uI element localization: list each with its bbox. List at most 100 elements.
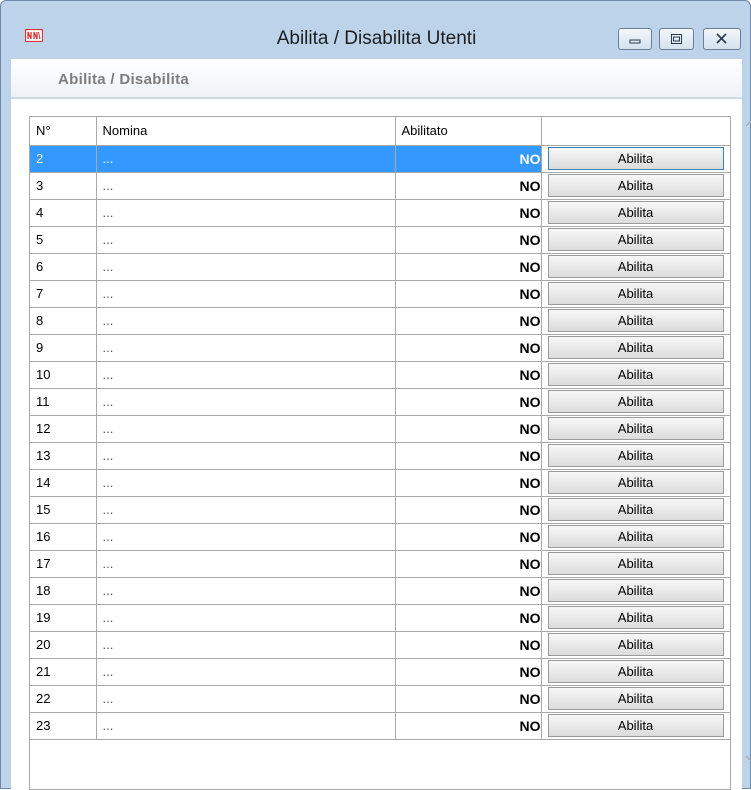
enable-button[interactable]: Abilita — [547, 282, 724, 305]
enable-button[interactable]: Abilita — [547, 201, 724, 224]
enable-button[interactable]: Abilita — [547, 228, 724, 251]
table-row[interactable]: 13... NO Abilita — [30, 441, 730, 470]
cell-name[interactable]: ... — [95, 252, 396, 281]
cell-number[interactable]: 15 — [30, 495, 97, 524]
table-row[interactable]: 2... NO Abilita — [30, 144, 730, 173]
cell-enabled[interactable]: NO — [394, 657, 542, 686]
enable-button[interactable]: Abilita — [547, 633, 724, 656]
table-row[interactable]: 17... NO Abilita — [30, 549, 730, 578]
table-row[interactable]: 23... NO Abilita — [30, 711, 730, 740]
enable-button[interactable]: Abilita — [547, 579, 724, 602]
enable-button[interactable]: Abilita — [547, 174, 724, 197]
cell-number[interactable]: 4 — [30, 198, 97, 227]
cell-number[interactable]: 17 — [30, 549, 97, 578]
enable-button[interactable]: Abilita — [547, 390, 724, 413]
enable-button[interactable]: Abilita — [547, 660, 724, 683]
cell-name[interactable]: ... — [95, 630, 396, 659]
cell-enabled[interactable]: NO — [394, 306, 542, 335]
cell-number[interactable]: 10 — [30, 360, 97, 389]
column-header-number[interactable]: N° — [30, 117, 97, 146]
enable-button[interactable]: Abilita — [547, 687, 724, 710]
cell-enabled[interactable]: NO — [394, 576, 542, 605]
cell-enabled[interactable]: NO — [394, 279, 542, 308]
table-row[interactable]: 6... NO Abilita — [30, 252, 730, 281]
cell-number[interactable]: 18 — [30, 576, 97, 605]
table-row[interactable]: 18... NO Abilita — [30, 576, 730, 605]
cell-name[interactable]: ... — [95, 387, 396, 416]
chevron-up-icon[interactable] — [745, 120, 751, 127]
cell-number[interactable]: 20 — [30, 630, 97, 659]
table-row[interactable]: 22... NO Abilita — [30, 684, 730, 713]
enable-button[interactable]: Abilita — [547, 417, 724, 440]
cell-name[interactable]: ... — [95, 360, 396, 389]
cell-name[interactable]: ... — [95, 522, 396, 551]
cell-number[interactable]: 19 — [30, 603, 97, 632]
cell-number[interactable]: 12 — [30, 414, 97, 443]
table-row[interactable]: 12... NO Abilita — [30, 414, 730, 443]
table-row[interactable]: 4... NO Abilita — [30, 198, 730, 227]
cell-name[interactable]: ... — [95, 684, 396, 713]
cell-name[interactable]: ... — [95, 549, 396, 578]
enable-button[interactable]: Abilita — [547, 309, 724, 332]
table-row[interactable]: 19... NO Abilita — [30, 603, 730, 632]
cell-enabled[interactable]: NO — [394, 360, 542, 389]
table-row[interactable]: 16... NO Abilita — [30, 522, 730, 551]
cell-number[interactable]: 9 — [30, 333, 97, 362]
table-row[interactable]: 10... NO Abilita — [30, 360, 730, 389]
cell-name[interactable]: ... — [95, 198, 396, 227]
table-row[interactable]: 7... NO Abilita — [30, 279, 730, 308]
cell-number[interactable]: 6 — [30, 252, 97, 281]
cell-enabled[interactable]: NO — [394, 144, 542, 173]
cell-number[interactable]: 21 — [30, 657, 97, 686]
cell-number[interactable]: 3 — [30, 171, 97, 200]
table-row[interactable]: 9... NO Abilita — [30, 333, 730, 362]
cell-enabled[interactable]: NO — [394, 549, 542, 578]
cell-enabled[interactable]: NO — [394, 387, 542, 416]
cell-name[interactable]: ... — [95, 144, 396, 173]
cell-number[interactable]: 11 — [30, 387, 97, 416]
cell-enabled[interactable]: NO — [394, 630, 542, 659]
cell-number[interactable]: 7 — [30, 279, 97, 308]
cell-number[interactable]: 22 — [30, 684, 97, 713]
restore-button[interactable] — [659, 28, 694, 50]
cell-enabled[interactable]: NO — [394, 711, 542, 740]
chevron-down-icon[interactable] — [745, 755, 751, 762]
cell-number[interactable]: 23 — [30, 711, 97, 740]
cell-name[interactable]: ... — [95, 279, 396, 308]
column-header-action[interactable] — [540, 117, 730, 146]
cell-name[interactable]: ... — [95, 495, 396, 524]
cell-name[interactable]: ... — [95, 414, 396, 443]
cell-number[interactable]: 13 — [30, 441, 97, 470]
enable-button[interactable]: Abilita — [547, 471, 724, 494]
cell-name[interactable]: ... — [95, 171, 396, 200]
cell-number[interactable]: 5 — [30, 225, 97, 254]
cell-enabled[interactable]: NO — [394, 225, 542, 254]
enable-button[interactable]: Abilita — [547, 363, 724, 386]
cell-enabled[interactable]: NO — [394, 495, 542, 524]
cell-name[interactable]: ... — [95, 306, 396, 335]
cell-name[interactable]: ... — [95, 657, 396, 686]
cell-name[interactable]: ... — [95, 333, 396, 362]
cell-number[interactable]: 8 — [30, 306, 97, 335]
enable-button[interactable]: Abilita — [547, 444, 724, 467]
table-row[interactable]: 11... NO Abilita — [30, 387, 730, 416]
enable-button[interactable]: Abilita — [547, 336, 724, 359]
cell-number[interactable]: 16 — [30, 522, 97, 551]
cell-name[interactable]: ... — [95, 576, 396, 605]
cell-enabled[interactable]: NO — [394, 171, 542, 200]
column-header-enabled[interactable]: Abilitato — [394, 117, 542, 146]
cell-name[interactable]: ... — [95, 711, 396, 740]
close-button[interactable] — [703, 28, 741, 50]
cell-enabled[interactable]: NO — [394, 468, 542, 497]
cell-enabled[interactable]: NO — [394, 252, 542, 281]
cell-enabled[interactable]: NO — [394, 441, 542, 470]
cell-number[interactable]: 14 — [30, 468, 97, 497]
cell-name[interactable]: ... — [95, 225, 396, 254]
table-row[interactable]: 8... NO Abilita — [30, 306, 730, 335]
enable-button[interactable]: Abilita — [547, 147, 724, 170]
vertical-scrollbar[interactable] — [741, 116, 751, 790]
cell-enabled[interactable]: NO — [394, 603, 542, 632]
enable-button[interactable]: Abilita — [547, 525, 724, 548]
cell-name[interactable]: ... — [95, 468, 396, 497]
table-row[interactable]: 5... NO Abilita — [30, 225, 730, 254]
